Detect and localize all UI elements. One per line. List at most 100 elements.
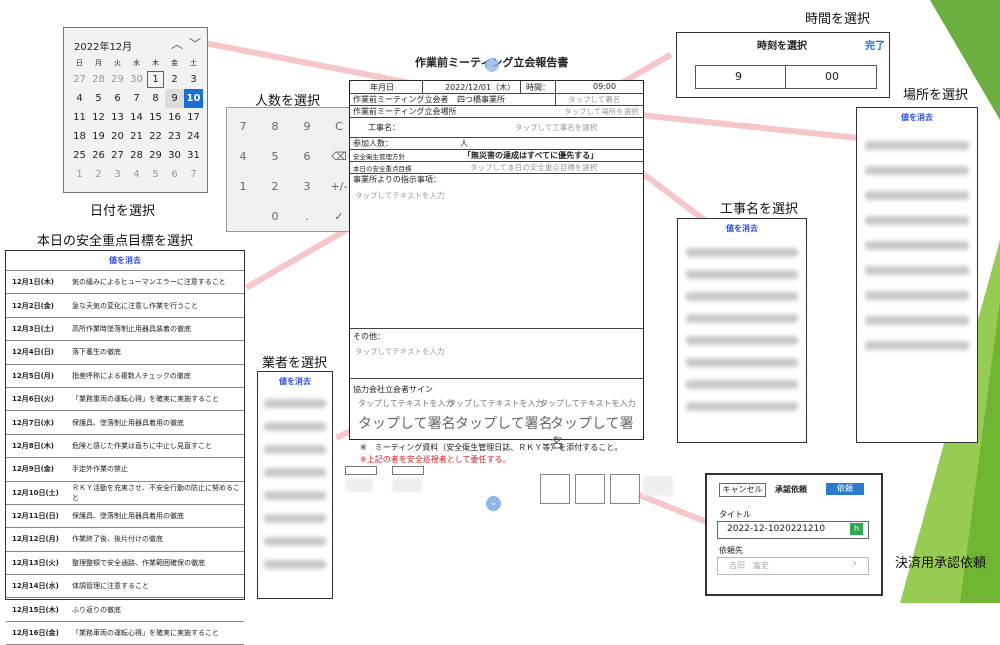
goal-row[interactable]: 12月8日(木) 危険と感じた作業は直ちに中止し見直すこと (6, 435, 244, 459)
calendar-day[interactable]: 4 (70, 89, 89, 108)
date-value[interactable]: 2022/12/01（木） (445, 82, 515, 93)
goal-select-field[interactable]: タップして本日の安全重点目標を選択 (470, 162, 597, 173)
key-14[interactable]: . (291, 206, 323, 228)
time-value[interactable]: 09:00 (593, 82, 616, 91)
calendar-day[interactable]: 30 (165, 146, 184, 165)
goal-row[interactable]: 12月13日(火) 整理整頓で安全通路、作業範囲確保の徹底 (6, 552, 244, 576)
done-button[interactable]: 完了 (865, 37, 885, 52)
attach-thumbnail[interactable] (540, 474, 570, 504)
list-item[interactable] (865, 241, 969, 250)
list-item[interactable] (264, 537, 326, 546)
calendar-day[interactable]: 24 (184, 127, 203, 146)
list-item[interactable] (686, 336, 798, 345)
list-item[interactable] (686, 380, 798, 389)
signature-field[interactable]: タップして署名 (358, 413, 456, 433)
list-item[interactable] (865, 191, 969, 200)
calendar-day[interactable]: 2 (89, 165, 108, 184)
calendar-day[interactable]: 5 (89, 89, 108, 108)
other-text-field[interactable]: タップしてテキストを入力 (355, 346, 445, 357)
calendar-day[interactable]: 22 (146, 127, 165, 146)
list-item[interactable] (264, 560, 326, 569)
list-item[interactable] (686, 358, 798, 367)
clear-value-button[interactable]: 値を消去 (6, 251, 244, 271)
people-value[interactable]: 人 (460, 138, 468, 149)
key-0[interactable]: 7 (227, 116, 259, 138)
list-item[interactable] (686, 270, 798, 279)
key-5[interactable]: 5 (259, 146, 291, 168)
calendar-day[interactable]: 14 (127, 108, 146, 127)
goal-row[interactable]: 12月16日(金) 「業務車両の運転心得」を確実に実施すること (6, 622, 244, 645)
company-sign-field[interactable]: タップして署名 (568, 94, 620, 105)
calendar-day[interactable]: 27 (70, 70, 89, 89)
calendar-day[interactable]: 4 (127, 165, 146, 184)
list-item[interactable] (686, 402, 798, 411)
list-item[interactable] (686, 292, 798, 301)
list-item[interactable] (865, 316, 969, 325)
calendar-day[interactable]: 28 (127, 146, 146, 165)
calendar-day[interactable]: 23 (165, 127, 184, 146)
goal-row[interactable]: 12月15日(木) ふり返りの徹底 (6, 598, 244, 622)
calendar-day[interactable]: 26 (89, 146, 108, 165)
attach-thumbnail[interactable] (610, 474, 640, 504)
list-item[interactable] (264, 468, 326, 477)
calendar-day[interactable]: 13 (108, 108, 127, 127)
goal-row[interactable]: 12月1日(木) 気の緩みによるヒューマンエラーに注意すること (6, 271, 244, 295)
sign-text-field[interactable]: タップしてテキストを入力 (540, 398, 636, 409)
attach-button[interactable] (392, 466, 424, 475)
requestee-field[interactable]: 吉田 富史 (729, 560, 769, 571)
goal-row[interactable]: 12月5日(月) 指差呼称による複数人チェックの徹底 (6, 365, 244, 388)
key-9[interactable]: 2 (259, 176, 291, 198)
calendar-day[interactable]: 30 (127, 70, 146, 89)
calendar-day[interactable]: 18 (70, 127, 89, 146)
calendar-day[interactable]: 25 (70, 146, 89, 165)
calendar-day[interactable]: 5 (146, 165, 165, 184)
calendar-day[interactable]: 7 (184, 165, 203, 184)
title-field[interactable]: 2022-12-1020221210 (727, 524, 825, 534)
submit-button[interactable]: 依頼 (826, 483, 864, 495)
calendar-icon[interactable]: h (850, 523, 863, 535)
calendar-day[interactable]: 27 (108, 146, 127, 165)
list-item[interactable] (686, 248, 798, 257)
signature-field[interactable]: タップして署名 (455, 413, 553, 433)
calendar-day[interactable]: 1 (70, 165, 89, 184)
calendar-day[interactable]: 7 (127, 89, 146, 108)
calendar-day[interactable]: 20 (108, 127, 127, 146)
calendar-day[interactable]: 15 (146, 108, 165, 127)
chevron-up-icon[interactable]: ︿ (171, 35, 183, 52)
hour-field[interactable]: 9 (735, 70, 742, 83)
chevron-right-icon[interactable]: › (853, 559, 857, 569)
calendar-day[interactable]: 29 (146, 146, 165, 165)
calendar-day[interactable]: 6 (165, 165, 184, 184)
calendar-day[interactable]: 3 (108, 165, 127, 184)
goal-row[interactable]: 12月10日(土) ＲＫＹ活動を充実させ、不安全行動の防止に努めること (6, 482, 244, 505)
key-1[interactable]: 8 (259, 116, 291, 138)
list-item[interactable] (264, 445, 326, 454)
sign-text-field[interactable]: タップしてテキストを入力 (448, 398, 544, 409)
key-13[interactable]: 0 (259, 206, 291, 228)
chevron-down-icon[interactable]: ﹀ (189, 35, 201, 52)
list-item[interactable] (865, 216, 969, 225)
list-item[interactable] (264, 514, 326, 523)
goal-row[interactable]: 12月3日(土) 高所作業時墜落制止用器具装着の徹底 (6, 318, 244, 342)
clear-value-button[interactable]: 値を消去 (678, 219, 806, 238)
goal-row[interactable]: 12月12日(月) 作業終了後、後片付けの徹底 (6, 528, 244, 552)
clear-value-button[interactable]: 値を消去 (857, 108, 977, 127)
goal-row[interactable]: 12月2日(金) 急な天気の変化に注意し作業を行うこと (6, 294, 244, 318)
calendar-day[interactable]: 28 (89, 70, 108, 89)
calendar-day[interactable]: 10 (184, 89, 203, 108)
calendar-day[interactable]: 16 (165, 108, 184, 127)
goal-row[interactable]: 12月9日(金) 手定外作業の禁止 (6, 458, 244, 482)
calendar-day[interactable]: 2 (165, 70, 184, 89)
key-4[interactable]: 4 (227, 146, 259, 168)
instruction-text-field[interactable]: タップしてテキストを入力 (355, 190, 445, 201)
goal-row[interactable]: 12月14日(水) 体調管理に注意すること (6, 575, 244, 599)
calendar-day[interactable]: 6 (108, 89, 127, 108)
attach-thumbnail[interactable] (575, 474, 605, 504)
calendar-day[interactable]: 8 (146, 89, 165, 108)
chevron-down-icon[interactable]: ⌄ (486, 496, 501, 511)
calendar-day[interactable]: 19 (89, 127, 108, 146)
list-item[interactable] (264, 422, 326, 431)
goal-row[interactable]: 12月11日(日) 保護具、墜落制止用器具着用の徹底 (6, 505, 244, 529)
list-item[interactable] (264, 491, 326, 500)
key-2[interactable]: 9 (291, 116, 323, 138)
